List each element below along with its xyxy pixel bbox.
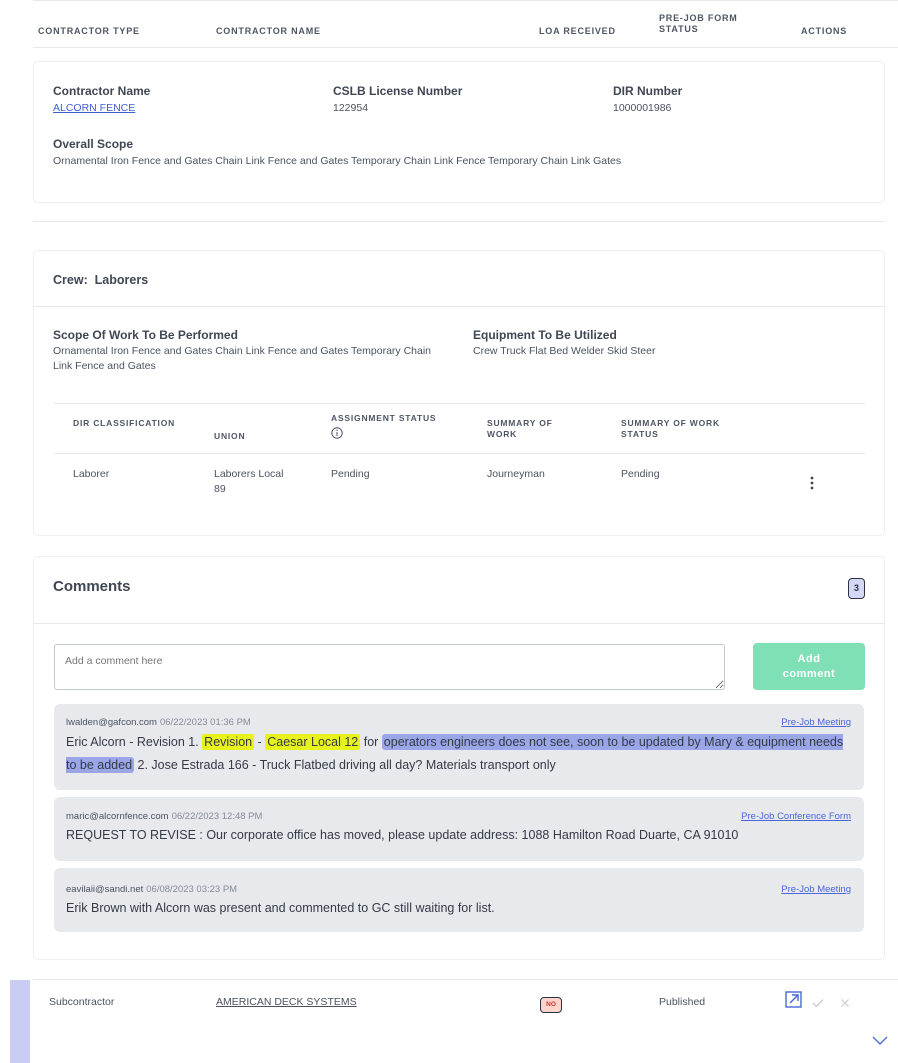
highlight-yellow: Caesar Local 12	[265, 734, 361, 750]
comment-date: 06/08/2023 03:23 PM	[146, 884, 238, 895]
col-prejob-status: PRE-JOB FORM STATUS	[659, 13, 738, 34]
dir-number-value: 1000001986	[613, 102, 672, 114]
loa-badge: NO	[540, 997, 562, 1013]
highlight-yellow: Revision	[202, 734, 255, 750]
col-summary-of-work: SUMMARY OF WORK	[487, 418, 553, 439]
comment-meta: maric@alcornfence.com 06/22/2023 12:48 PM	[66, 811, 262, 822]
comment-item: eavilaii@sandi.net 06/08/2023 03:23 PM Pr…	[54, 868, 864, 932]
comments-title-divider	[34, 623, 884, 624]
open-external-icon[interactable]	[784, 990, 804, 1015]
comment-text-part: for	[360, 735, 382, 749]
crew-title-divider	[34, 306, 884, 307]
col-assignment-status: ASSIGNMENT STATUS	[331, 413, 437, 423]
comment-item: lwalden@gafcon.com 06/22/2023 01:36 PM Pr…	[54, 704, 864, 790]
contractor-details-card: Contractor Name ALCORN FENCE CSLB Licens…	[33, 61, 885, 203]
overall-scope-label: Overall Scope	[53, 137, 134, 151]
comment-tag-link[interactable]: Pre-Job Conference Form	[741, 811, 851, 822]
add-comment-button-label: Add comment	[782, 653, 836, 680]
comment-text-part: -	[254, 735, 266, 749]
col-summary-status: SUMMARY OF WORK STATUS	[621, 418, 720, 439]
info-icon[interactable]	[331, 426, 343, 444]
overall-scope-value: Ornamental Iron Fence and Gates Chain Li…	[53, 155, 622, 167]
col-actions: ACTIONS	[801, 26, 848, 36]
chevron-down-icon[interactable]	[871, 1033, 889, 1051]
add-comment-button[interactable]: Add comment	[753, 643, 865, 690]
row-more-icon[interactable]	[808, 475, 816, 496]
contractor-table-header: CONTRACTOR TYPE CONTRACTOR NAME LOA RECE…	[33, 0, 898, 48]
comment-meta: eavilaii@sandi.net 06/08/2023 03:23 PM	[66, 884, 237, 895]
cell-summary-status: Pending	[621, 468, 660, 480]
comment-item: maric@alcornfence.com 06/22/2023 12:48 PM…	[54, 797, 864, 861]
contractor-name-label: Contractor Name	[53, 84, 151, 98]
comment-tag-link[interactable]: Pre-Job Meeting	[781, 884, 851, 895]
cell-classification: Laborer	[73, 468, 110, 480]
crew-table-header-divider	[54, 453, 865, 454]
equipment-value: Crew Truck Flat Bed Welder Skid Steer	[473, 345, 656, 357]
comment-author: eavilaii@sandi.net	[66, 884, 144, 895]
approve-check-icon[interactable]	[811, 996, 825, 1014]
row-contractor-name-link[interactable]: AMERICAN DECK SYSTEMS	[216, 995, 357, 1010]
reject-x-icon[interactable]	[839, 996, 851, 1014]
cell-summary-of-work: Journeyman	[487, 468, 545, 480]
crew-title: Crew: Laborers	[53, 273, 149, 287]
equipment-label: Equipment To Be Utilized	[473, 328, 617, 342]
row-prejob-status: Published	[659, 996, 706, 1008]
col-dir-classification: DIR CLASSIFICATION	[73, 418, 176, 428]
comment-date: 06/22/2023 01:36 PM	[159, 717, 251, 728]
section-divider	[33, 221, 885, 222]
cell-assignment-status: Pending	[331, 468, 370, 480]
comment-text: REQUEST TO REVISE : Our corporate office…	[66, 828, 739, 842]
comment-text-part: 2. Jose Estrada 166 - Truck Flatbed driv…	[134, 758, 556, 772]
cslb-value: 122954	[333, 102, 369, 114]
crew-table-top-divider	[54, 403, 865, 404]
dir-number-label: DIR Number	[613, 84, 683, 98]
col-contractor-name: CONTRACTOR NAME	[216, 26, 321, 36]
cell-union: Laborers Local 89	[214, 468, 284, 495]
comment-count-badge: 3	[848, 578, 865, 599]
contractor-name-link[interactable]: ALCORN FENCE	[53, 101, 135, 116]
scope-of-work-label: Scope Of Work To Be Performed	[53, 328, 238, 342]
crew-card: Crew: Laborers Scope Of Work To Be Perfo…	[33, 250, 885, 536]
comment-text: Eric Alcorn - Revision 1. Revision - Cae…	[66, 731, 850, 777]
comment-author: lwalden@gafcon.com	[66, 717, 157, 728]
row-selection-marker	[10, 980, 30, 1063]
comment-date: 06/22/2023 12:48 PM	[171, 811, 263, 822]
col-loa-received: LOA RECEIVED	[539, 26, 616, 36]
comment-meta: lwalden@gafcon.com 06/22/2023 01:36 PM	[66, 717, 251, 728]
col-union: UNION	[214, 431, 246, 441]
comment-author: maric@alcornfence.com	[66, 811, 169, 822]
comment-input[interactable]	[54, 644, 725, 690]
col-contractor-type: CONTRACTOR TYPE	[38, 26, 140, 36]
cslb-label: CSLB License Number	[333, 84, 463, 98]
comment-tag-link[interactable]: Pre-Job Meeting	[781, 717, 851, 728]
contractor-row[interactable]: Subcontractor AMERICAN DECK SYSTEMS NO P…	[10, 980, 898, 1063]
scope-of-work-value: Ornamental Iron Fence and Gates Chain Li…	[53, 345, 432, 372]
row-contractor-type: Subcontractor	[49, 996, 115, 1008]
comment-text-part: Eric Alcorn - Revision 1.	[66, 735, 203, 749]
comments-title: Comments	[53, 578, 131, 595]
comment-text: Erik Brown with Alcorn was present and c…	[66, 901, 495, 915]
